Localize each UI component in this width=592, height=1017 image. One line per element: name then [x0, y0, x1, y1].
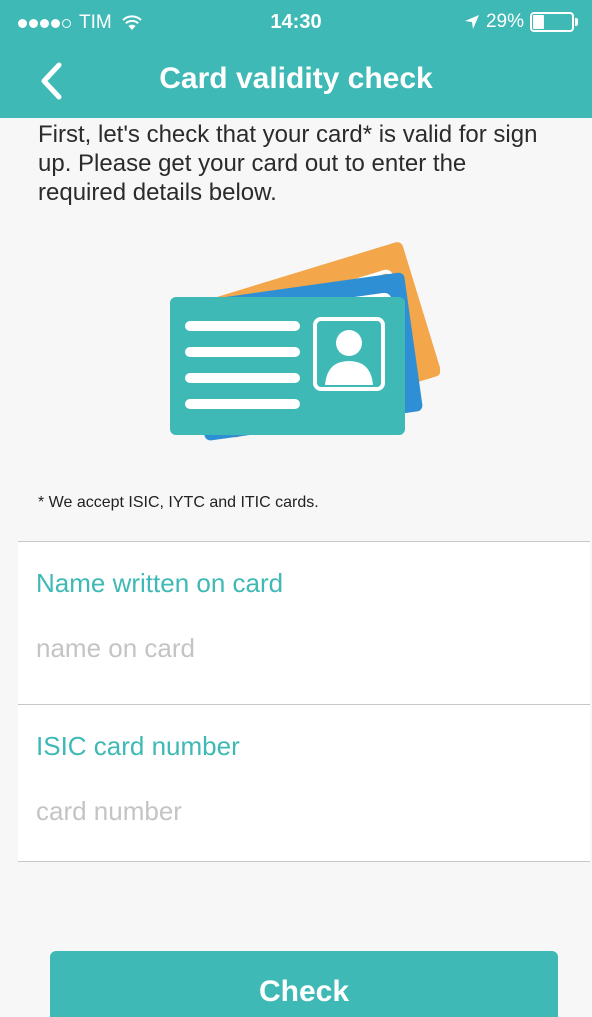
- battery-icon: [530, 12, 574, 32]
- id-cards-icon: [165, 215, 441, 445]
- check-button[interactable]: Check: [50, 951, 558, 1017]
- navigation-bar: Card validity check: [0, 44, 592, 118]
- top-bar: TIM 14:30 29% Card validity check: [0, 0, 592, 118]
- card-number-input[interactable]: [36, 789, 556, 833]
- page-title: Card validity check: [159, 62, 433, 95]
- card-number-field-group: ISIC card number: [18, 704, 590, 862]
- name-field-label: Name written on card: [36, 568, 284, 598]
- card-number-field-label: ISIC card number: [36, 731, 240, 761]
- location-arrow-icon: [464, 14, 480, 30]
- battery-tip: [575, 18, 578, 26]
- battery-percent: 29%: [485, 11, 524, 32]
- intro-text: First, let's check that your card* is va…: [38, 121, 538, 206]
- status-bar: TIM 14:30 29%: [0, 0, 592, 44]
- accepted-cards-note: * We accept ISIC, IYTC and ITIC cards.: [38, 494, 319, 511]
- card-form: Name written on card ISIC card number: [18, 541, 590, 862]
- status-right: 29%: [464, 11, 578, 33]
- battery-level-fill: [533, 15, 544, 29]
- name-field-group: Name written on card: [18, 541, 590, 704]
- name-input[interactable]: [36, 626, 556, 670]
